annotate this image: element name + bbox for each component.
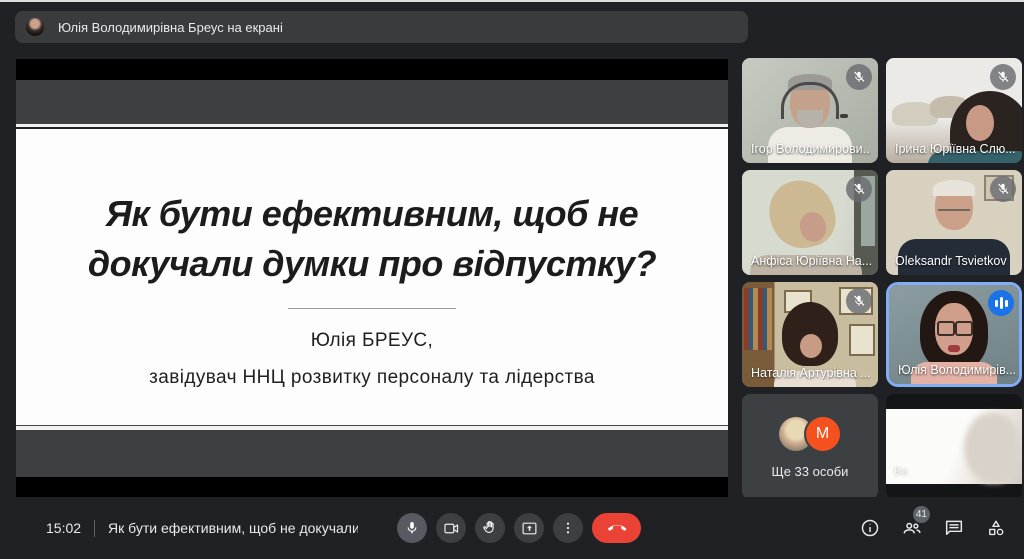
window-top-edge: [0, 0, 1024, 2]
slide-title: Як бути ефективним, щоб не докучали думк…: [88, 189, 656, 288]
mic-off-icon: [846, 288, 872, 314]
mic-off-icon: [846, 176, 872, 202]
meeting-info: 15:02 Як бути ефективним, щоб не докучал…: [46, 497, 358, 559]
mic-off-icon: [846, 64, 872, 90]
presenting-banner: Юлія Володимирівна Бреус на екрані: [15, 11, 748, 43]
slide-title-line1: Як бути ефективним, щоб не: [88, 189, 656, 239]
more-participants-label: Ще 33 особи: [772, 464, 849, 479]
slide-title-line2: докучали думки про відпустку?: [88, 239, 656, 289]
divider: [94, 520, 95, 537]
more-options-button[interactable]: [553, 513, 583, 543]
meeting-title: Як бути ефективним, щоб не докучали думк…: [108, 520, 358, 536]
participant-tile-active-speaker[interactable]: Юлія Володимирів...: [886, 282, 1022, 387]
camera-button[interactable]: [436, 513, 466, 543]
participant-name: Юлія Володимирів...: [898, 363, 1016, 377]
participant-name: Наталія Артурівна ...: [751, 366, 871, 380]
overflow-avatars: M: [779, 415, 842, 453]
participant-name: Ірина Юріївна Слю...: [895, 142, 1015, 156]
overflow-avatar-letter: M: [804, 415, 842, 453]
audio-level-icon: [988, 290, 1014, 316]
participants-grid: Ігор Володимирови... Ірина Юріївна Слю..…: [742, 58, 1022, 499]
slide-gray-band-bottom: [16, 430, 728, 477]
participant-tile[interactable]: Ва: [886, 394, 1022, 499]
slide: Як бути ефективним, щоб не докучали думк…: [16, 129, 728, 425]
info-button[interactable]: [859, 517, 881, 539]
bottom-toolbar: 15:02 Як бути ефективним, щоб не докучал…: [0, 497, 1024, 559]
participant-video: Ва: [886, 394, 1022, 499]
presenting-banner-text: Юлія Володимирівна Бреус на екрані: [58, 20, 283, 35]
chat-button[interactable]: [943, 517, 965, 539]
meeting-panels: 41: [859, 497, 1007, 559]
participant-tile[interactable]: Ірина Юріївна Слю...: [886, 58, 1022, 163]
participant-tile[interactable]: Наталія Артурівна ...: [742, 282, 878, 387]
participants-button[interactable]: 41: [901, 517, 923, 539]
participant-tile[interactable]: Анфіса Юріївна На...: [742, 170, 878, 275]
slide-author: Юлія БРЕУС,: [311, 330, 434, 352]
mic-off-icon: [990, 176, 1016, 202]
slide-divider: [288, 308, 456, 309]
shared-screen-stage: Як бути ефективним, щоб не докучали думк…: [16, 59, 728, 497]
presenter-avatar: [26, 18, 44, 36]
participant-name: Ва: [894, 466, 907, 478]
more-participants-tile[interactable]: M Ще 33 особи: [742, 394, 878, 499]
raise-hand-button[interactable]: [475, 513, 505, 543]
end-call-button[interactable]: [592, 513, 641, 543]
end-call-icon: [607, 518, 627, 538]
activities-button[interactable]: [985, 517, 1007, 539]
participants-count-badge: 41: [913, 506, 930, 523]
slide-subtitle: завідувач ННЦ розвитку персоналу та ліде…: [149, 367, 595, 389]
slide-letterbox-top: [16, 59, 728, 80]
microphone-button[interactable]: [397, 513, 427, 543]
meet-window: Юлія Володимирівна Бреус на екрані Як бу…: [0, 0, 1024, 559]
clock-time: 15:02: [46, 520, 81, 536]
mic-off-icon: [990, 64, 1016, 90]
participant-name: Oleksandr Tsvietkov: [895, 254, 1007, 268]
slide-letterbox-bottom: [16, 477, 728, 497]
present-screen-button[interactable]: [514, 513, 544, 543]
slide-gray-band-top: [16, 80, 728, 124]
call-controls: [397, 497, 641, 559]
participant-name: Ігор Володимирови...: [751, 142, 871, 156]
participant-name: Анфіса Юріївна На...: [751, 254, 871, 268]
participant-tile[interactable]: Oleksandr Tsvietkov: [886, 170, 1022, 275]
participant-tile[interactable]: Ігор Володимирови...: [742, 58, 878, 163]
